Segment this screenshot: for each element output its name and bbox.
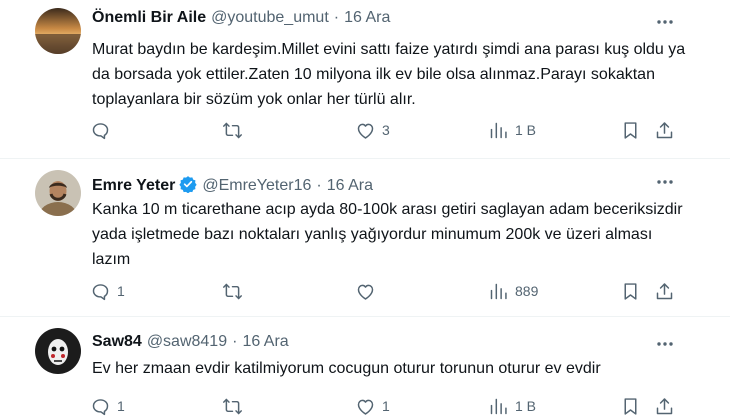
views-icon <box>490 398 507 414</box>
tweet-text: Kanka 10 m ticarethane acıp ayda 80-100k… <box>92 201 683 268</box>
tweet-date[interactable]: 16 Ara <box>242 333 288 351</box>
bookmark-icon <box>624 397 637 415</box>
retweet-icon <box>223 398 242 414</box>
retweet-icon <box>223 122 242 138</box>
views-icon <box>490 283 507 299</box>
reply-count: 1 <box>117 398 125 414</box>
reply-icon <box>92 122 109 139</box>
views-icon <box>490 122 507 138</box>
tweet-text: Ev her zmaan evdir katilmiyorum cocugun … <box>92 360 601 377</box>
views-button[interactable]: 1 B <box>488 394 536 418</box>
tweet-1[interactable]: Önemli Bir Aile @youtube_umut · 16 Ara M… <box>0 0 730 158</box>
more-icon[interactable] <box>654 12 676 32</box>
views-button[interactable]: 1 B <box>488 118 536 142</box>
retweet-icon <box>223 283 242 299</box>
share-icon <box>656 121 673 138</box>
like-button[interactable] <box>355 279 382 303</box>
heart-icon <box>357 284 374 300</box>
tweet-3[interactable]: Saw84 @saw8419 · 16 Ara Ev her zmaan evd… <box>0 317 730 420</box>
tweet-actions: 3 1 B <box>0 118 730 142</box>
separator-dot: · <box>232 333 238 350</box>
share-icon <box>656 397 673 414</box>
view-count: 889 <box>515 283 539 299</box>
share-icon <box>656 282 673 299</box>
tweet-date[interactable]: 16 Ara <box>344 9 390 27</box>
bookmark-icon <box>624 121 637 139</box>
tweet-actions: 1 1 1 B <box>0 394 730 418</box>
like-button[interactable]: 1 <box>355 394 390 418</box>
reply-icon <box>92 398 109 415</box>
retweet-button[interactable] <box>222 118 249 142</box>
display-name[interactable]: Saw84 <box>92 333 142 351</box>
share-button[interactable] <box>654 394 675 418</box>
retweet-button[interactable] <box>222 394 249 418</box>
bookmark-button[interactable] <box>620 279 641 303</box>
more-icon[interactable] <box>654 172 676 192</box>
share-button[interactable] <box>654 118 675 142</box>
display-name[interactable]: Önemli Bir Aile <box>92 9 206 27</box>
avatar[interactable] <box>35 170 81 216</box>
user-handle[interactable]: @EmreYeter16 <box>202 177 311 195</box>
view-count: 1 B <box>515 122 537 138</box>
retweet-button[interactable] <box>222 279 249 303</box>
reply-count: 1 <box>117 283 125 299</box>
bookmark-button[interactable] <box>620 118 641 142</box>
share-button[interactable] <box>654 279 675 303</box>
like-count: 3 <box>382 122 390 138</box>
avatar[interactable] <box>35 8 81 54</box>
display-name[interactable]: Emre Yeter <box>92 177 175 195</box>
tweet-actions: 1 889 <box>0 279 730 303</box>
verified-badge-icon <box>179 175 197 194</box>
view-count: 1 B <box>515 398 537 414</box>
tweet-text: Murat baydın be kardeşim.Millet evini sa… <box>92 41 686 108</box>
bookmark-icon <box>624 282 637 300</box>
like-button[interactable]: 3 <box>355 118 390 142</box>
reply-button[interactable]: 1 <box>90 279 125 303</box>
separator-dot: · <box>333 9 340 26</box>
heart-icon <box>357 399 374 415</box>
tweet-date[interactable]: 16 Ara <box>327 177 373 195</box>
avatar[interactable] <box>35 328 81 374</box>
bookmark-button[interactable] <box>620 394 641 418</box>
separator-dot: · <box>316 177 322 194</box>
user-handle[interactable]: @youtube_umut <box>211 9 329 27</box>
reply-button[interactable]: 1 <box>90 394 125 418</box>
views-button[interactable]: 889 <box>488 279 538 303</box>
reply-icon <box>92 283 109 300</box>
more-icon[interactable] <box>654 334 676 354</box>
user-handle[interactable]: @saw8419 <box>147 333 227 351</box>
heart-icon <box>357 123 374 139</box>
like-count: 1 <box>382 398 390 414</box>
reply-button[interactable] <box>90 118 117 142</box>
tweet-2[interactable]: Emre Yeter @EmreYeter16 · 16 Ara Kanka 1… <box>0 159 730 317</box>
